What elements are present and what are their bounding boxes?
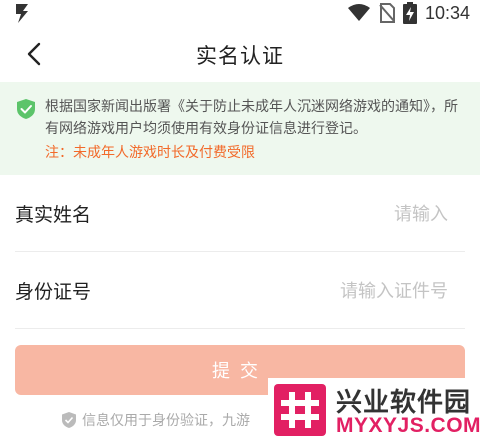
id-number-row: 身份证号 [15, 252, 465, 329]
status-time: 10:34 [424, 2, 470, 23]
privacy-note: 信息仅用于身份验证，九游 [62, 410, 250, 430]
id-number-input[interactable] [216, 274, 450, 308]
id-number-label: 身份证号 [15, 281, 92, 303]
shield-icon [62, 412, 76, 428]
notice-warning: 注：未成年人游戏时长及付费受限 [45, 145, 255, 161]
privacy-note-text: 信息仅用于身份验证，九游 [82, 413, 250, 429]
notice-text: 根据国家新闻出版署《关于防止未成年人沉迷网络游戏的通知》，所有网络游戏用户均须使… [45, 99, 458, 137]
no-sim-icon [379, 3, 395, 23]
status-indicators: 10:34 [347, 2, 470, 24]
app-notification-icon [16, 4, 28, 23]
watermark: 兴业软件园 MYXYJS.COM [268, 378, 480, 443]
real-name-input[interactable] [216, 197, 450, 231]
page-title: 实名认证 [196, 44, 284, 68]
status-bar: 10:34 [0, 0, 480, 26]
watermark-url: MYXYJS.COM [336, 414, 480, 437]
watermark-logo-icon [274, 384, 326, 436]
real-name-label: 真实姓名 [15, 204, 92, 226]
shield-check-icon [17, 99, 35, 119]
wifi-icon [347, 4, 370, 21]
real-name-row: 真实姓名 [15, 175, 465, 252]
battery-charging-icon [402, 2, 417, 24]
nav-bar: 实名认证 [0, 26, 480, 82]
notice-banner: 根据国家新闻出版署《关于防止未成年人沉迷网络游戏的通知》，所有网络游戏用户均须使… [0, 82, 480, 175]
